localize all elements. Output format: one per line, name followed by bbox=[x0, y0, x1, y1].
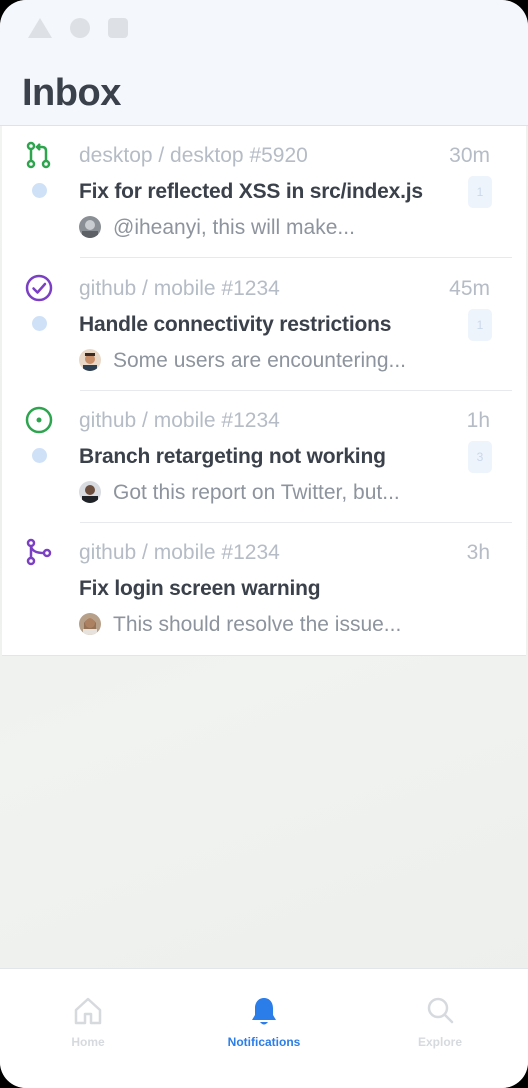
notification-title: Branch retargeting not working bbox=[79, 445, 386, 468]
tab-label: Notifications bbox=[227, 1035, 301, 1049]
tab-explore[interactable]: Explore bbox=[352, 969, 528, 1088]
search-icon bbox=[427, 997, 454, 1024]
timestamp: 30m bbox=[449, 144, 490, 167]
notification-item[interactable]: github / mobile #1234 1h Branch retarget… bbox=[2, 391, 526, 523]
timestamp: 1h bbox=[466, 409, 490, 432]
tab-bar: Home Notifications Explore bbox=[0, 968, 528, 1088]
merged-icon bbox=[26, 538, 52, 566]
avatar bbox=[79, 216, 101, 238]
phone-screen: Inbox desktop / desktop #5920 30m Fix fo… bbox=[0, 0, 528, 1088]
comment-snippet: Got this report on Twitter, but... bbox=[113, 481, 400, 504]
unread-indicator bbox=[32, 183, 47, 198]
avatar bbox=[79, 613, 101, 635]
repo-name: github / mobile #1234 bbox=[79, 541, 280, 564]
comment-count-badge: 1 bbox=[468, 309, 492, 341]
comment-snippet: This should resolve the issue... bbox=[113, 613, 402, 636]
notification-title: Handle connectivity restrictions bbox=[79, 313, 392, 336]
header: Inbox bbox=[0, 0, 528, 126]
timestamp: 3h bbox=[466, 541, 490, 564]
comment-snippet: Some users are encountering... bbox=[113, 349, 406, 372]
check-circle-icon bbox=[25, 274, 53, 302]
bell-icon bbox=[252, 998, 276, 1025]
repo-name: desktop / desktop #5920 bbox=[79, 144, 308, 167]
comment-snippet: @iheanyi, this will make... bbox=[113, 216, 355, 239]
tab-home[interactable]: Home bbox=[0, 969, 176, 1088]
home-icon bbox=[74, 997, 102, 1025]
repo-name: github / mobile #1234 bbox=[79, 409, 280, 432]
divider bbox=[80, 257, 512, 258]
notification-item[interactable]: github / mobile #1234 3h Fix login scree… bbox=[2, 523, 526, 655]
unread-indicator bbox=[32, 448, 47, 463]
avatar bbox=[79, 481, 101, 503]
avatar bbox=[79, 349, 101, 371]
tab-notifications[interactable]: Notifications bbox=[176, 969, 352, 1088]
triangle-control-icon[interactable] bbox=[28, 18, 52, 38]
tab-label: Home bbox=[71, 1035, 105, 1049]
issue-open-icon bbox=[25, 406, 53, 434]
square-control-icon[interactable] bbox=[108, 18, 128, 38]
notification-list: desktop / desktop #5920 30m Fix for refl… bbox=[2, 126, 526, 656]
timestamp: 45m bbox=[449, 277, 490, 300]
circle-control-icon[interactable] bbox=[70, 18, 90, 38]
comment-count-badge: 3 bbox=[468, 441, 492, 473]
page-title: Inbox bbox=[22, 72, 121, 114]
notification-title: Fix for reflected XSS in src/index.js bbox=[79, 180, 423, 203]
unread-indicator bbox=[32, 316, 47, 331]
comment-count-badge: 1 bbox=[468, 176, 492, 208]
repo-name: github / mobile #1234 bbox=[79, 277, 280, 300]
notification-item[interactable]: github / mobile #1234 45m Handle connect… bbox=[2, 259, 526, 391]
pull-request-icon bbox=[26, 141, 51, 169]
notification-title: Fix login screen warning bbox=[79, 577, 321, 600]
tab-label: Explore bbox=[417, 1035, 462, 1049]
notification-item[interactable]: desktop / desktop #5920 30m Fix for refl… bbox=[2, 126, 526, 258]
